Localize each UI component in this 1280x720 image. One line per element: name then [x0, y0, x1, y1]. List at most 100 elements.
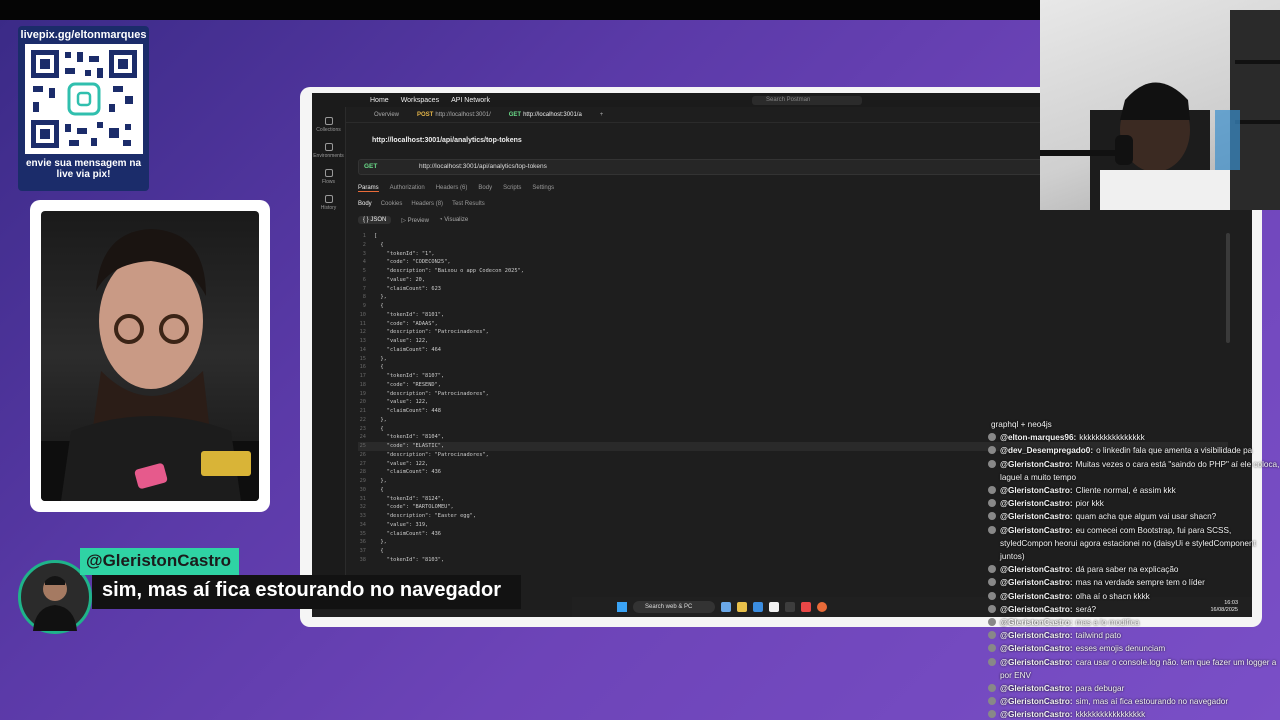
- file-explorer-icon[interactable]: [737, 602, 747, 612]
- speaker-name-tag: @GleristonCastro: [80, 548, 240, 575]
- host-webcam-right: [1040, 0, 1280, 210]
- chat-username: @GleristonCastro:: [1000, 644, 1073, 654]
- chat-badge-icon: [988, 486, 996, 495]
- nav-home[interactable]: Home: [370, 97, 389, 104]
- tab-post-request[interactable]: POST http://localhost:3001/: [417, 112, 491, 118]
- chat-username: @GleristonCastro:: [1000, 499, 1073, 509]
- tab-get-request[interactable]: GET http://localhost:3001/a: [509, 112, 582, 118]
- collections-icon: [324, 117, 333, 125]
- chat-message: graphql + neo4js: [988, 418, 1280, 431]
- chat-username: @GleristonCastro:: [1000, 710, 1073, 720]
- tab-overview[interactable]: Overview: [374, 112, 399, 118]
- chat-text: para debugar: [1075, 684, 1125, 694]
- code-line: 15 },: [359, 355, 387, 362]
- postman-sidebar: Collections Environments Flows History: [312, 107, 346, 587]
- code-line: 2 {: [362, 241, 384, 248]
- taskbar-search-input[interactable]: Search web & PC: [633, 601, 715, 613]
- sidebar-item-environments[interactable]: Environments: [312, 143, 345, 159]
- sidebar-item-history[interactable]: History: [312, 195, 345, 211]
- url-input[interactable]: http://localhost:3001/api/analytics/top-…: [419, 160, 547, 174]
- code-line: 3 "tokenId": "1",: [362, 250, 435, 257]
- code-line: 14 "claimCount": 464: [359, 346, 441, 353]
- chat-message: @GleristonCastro: será?: [988, 603, 1280, 616]
- chat-badge-icon: [988, 512, 996, 521]
- pix-cta: envie sua mensagem na live via pix!: [25, 158, 142, 180]
- chat-message: @GleristonCastro: Muitas vezes o cara est…: [988, 458, 1280, 484]
- chat-text: pior kkk: [1075, 499, 1104, 509]
- new-tab-icon[interactable]: +: [600, 112, 604, 118]
- chat-badge-icon: [988, 578, 996, 587]
- store-icon[interactable]: [769, 602, 779, 612]
- code-line: 20 "value": 122,: [359, 399, 429, 406]
- chat-text: kkkkkkkkkkkkkkkk: [1079, 433, 1145, 443]
- windows-start-icon[interactable]: [617, 602, 627, 612]
- tab-test-results[interactable]: Test Results: [452, 201, 485, 207]
- chat-text: esses emojis denunciam: [1075, 644, 1166, 654]
- response-toolbar: { } JSON ▷ Preview ◔ Visualize: [358, 216, 468, 224]
- chat-badge-icon: [988, 433, 996, 442]
- chat-username: @GleristonCastro:: [1000, 512, 1073, 522]
- code-line: 12 "description": "Patrocinadores",: [359, 329, 489, 336]
- task-view-icon[interactable]: [721, 602, 731, 612]
- chat-username: @GleristonCastro:: [1000, 578, 1073, 588]
- chat-username: @GleristonCastro:: [1000, 684, 1073, 694]
- top-black-bar: [0, 0, 1040, 20]
- chat-username: @GleristonCastro:: [1000, 459, 1073, 469]
- chat-text: kkkkkkkkkkkkkkkkk: [1075, 710, 1146, 720]
- nav-workspaces[interactable]: Workspaces: [401, 97, 439, 104]
- chat-badge-icon: [988, 604, 996, 613]
- chat-text: será?: [1075, 604, 1097, 614]
- tab-response-body[interactable]: Body: [358, 201, 372, 207]
- chat-message: @GleristonCastro: mas a lo modifica: [988, 616, 1280, 629]
- visualize-button[interactable]: ◔ Visualize: [439, 217, 468, 223]
- chat-text: mas na verdade sempre tem o líder: [1075, 578, 1205, 588]
- sidebar-item-collections[interactable]: Collections: [312, 117, 345, 133]
- code-line: 21 "claimCount": 448: [359, 408, 441, 414]
- pix-qr-card: livepix.gg/eltonmarques envie sua mensag…: [18, 26, 149, 191]
- postman-search-input[interactable]: Search Postman: [751, 95, 862, 105]
- chat-message: @elton-marques96: kkkkkkkkkkkkkkkk: [988, 431, 1280, 444]
- tab-response-cookies[interactable]: Cookies: [381, 201, 403, 207]
- code-line: 17 "tokenId": "8107",: [359, 373, 445, 379]
- chat-badge-icon: [988, 644, 996, 653]
- tab-params[interactable]: Params: [358, 185, 379, 192]
- chat-username: @GleristonCastro:: [1000, 657, 1073, 667]
- tab-scripts[interactable]: Scripts: [503, 185, 521, 192]
- preview-button[interactable]: ▷ Preview: [401, 217, 429, 224]
- nav-api-network[interactable]: API Network: [451, 97, 490, 104]
- tab-settings[interactable]: Settings: [532, 185, 554, 192]
- code-scrollbar[interactable]: [1226, 233, 1230, 343]
- chat-text: quam acha que algum vai usar shacn?: [1075, 512, 1217, 522]
- chat-username: @GleristonCastro:: [1000, 591, 1073, 601]
- chat-username: @GleristonCastro:: [1000, 604, 1073, 614]
- pix-url: livepix.gg/eltonmarques: [20, 29, 147, 41]
- method-select[interactable]: GET: [364, 160, 377, 174]
- tab-authorization[interactable]: Authorization: [390, 185, 425, 192]
- chat-username: @GleristonCastro:: [1000, 486, 1073, 496]
- qr-code-icon: [24, 44, 143, 154]
- chat-message: @GleristonCastro: dá para saber na explic…: [988, 563, 1280, 576]
- url-bar[interactable]: GET http://localhost:3001/api/analytics/…: [358, 159, 1058, 175]
- chat-badge-icon: [988, 657, 996, 666]
- code-line: 7 "claimCount": 623: [362, 285, 441, 292]
- chrome-icon[interactable]: [801, 602, 811, 612]
- tab-body[interactable]: Body: [478, 185, 492, 192]
- code-line: 1[: [362, 233, 378, 239]
- chat-username: @dev_Desempregado0:: [1000, 446, 1094, 456]
- edge-icon[interactable]: [753, 602, 763, 612]
- chat-message: @GleristonCastro: cara usar o console.log…: [988, 656, 1280, 682]
- chat-message: @GleristonCastro: Cliente normal, é assim…: [988, 484, 1280, 497]
- chat-badge-icon: [988, 684, 996, 693]
- request-title: http://localhost:3001/api/analytics/top-…: [372, 137, 522, 144]
- chat-text: mas a lo modifica: [1075, 618, 1140, 628]
- chat-badge-icon: [988, 710, 996, 719]
- postman-taskbar-icon[interactable]: [817, 602, 827, 612]
- tab-headers[interactable]: Headers (6): [436, 185, 468, 192]
- sidebar-item-flows[interactable]: Flows: [312, 169, 345, 185]
- tab-response-headers[interactable]: Headers (8): [411, 201, 443, 207]
- terminal-icon[interactable]: [785, 602, 795, 612]
- chat-badge-icon: [988, 697, 996, 706]
- json-format-select[interactable]: { } JSON: [358, 216, 392, 224]
- chat-text: dá para saber na explicação: [1075, 565, 1179, 575]
- code-line: 8 },: [362, 294, 387, 301]
